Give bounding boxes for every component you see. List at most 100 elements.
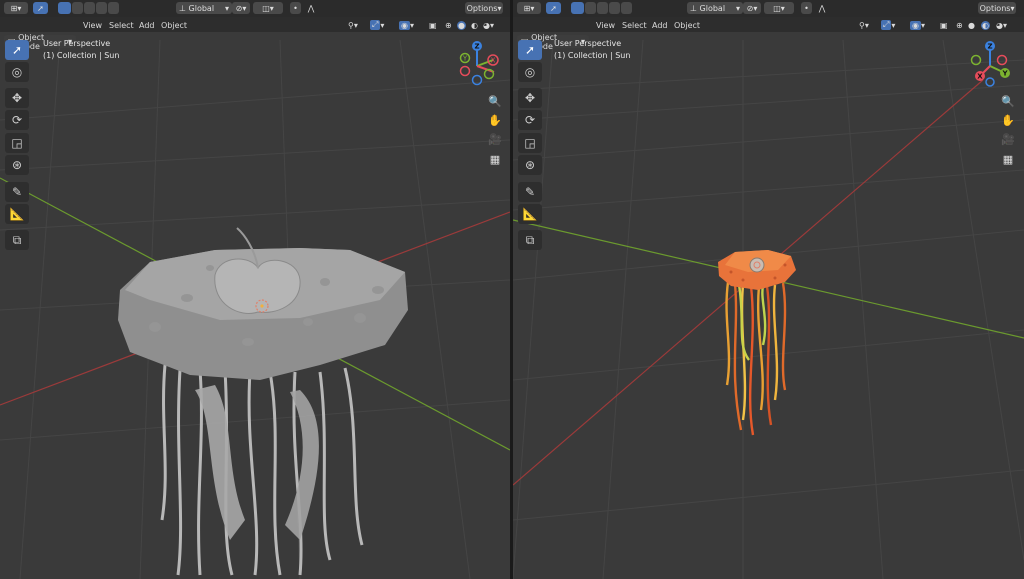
gizmo-toggle-icon[interactable]: ⤢ ▾	[878, 19, 898, 31]
menu-object[interactable]: Object	[671, 19, 703, 31]
snap-icon[interactable]: ◫▾	[764, 2, 794, 14]
falloff-icon[interactable]: ⋀	[303, 2, 319, 14]
tool-add-cube[interactable]: ⧉	[518, 230, 542, 250]
select-invert-icon[interactable]	[609, 2, 620, 14]
view-object-types-icon[interactable]: ⚲▾	[345, 19, 361, 31]
shading-material-icon[interactable]: ◐	[978, 19, 993, 31]
annotate-icon: ✎	[524, 185, 536, 199]
overlays-icon[interactable]: ◉ ▾	[396, 19, 417, 31]
menu-select[interactable]: Select	[106, 19, 137, 31]
camera-icon[interactable]: 🎥	[998, 130, 1018, 148]
select-intersect-icon[interactable]	[108, 2, 119, 14]
shading-rendered-icon[interactable]: ◕▾	[993, 19, 1010, 31]
tool-transform[interactable]: ⊛	[518, 155, 542, 175]
annotate-icon: ✎	[11, 185, 23, 199]
shading-solid-icon[interactable]: ●	[965, 19, 978, 31]
menu-view[interactable]: View	[80, 19, 105, 31]
snap-icon[interactable]: ◫▾	[253, 2, 283, 14]
tool-cursor[interactable]: ◎	[5, 62, 29, 82]
menu-view[interactable]: View	[593, 19, 618, 31]
pivot-icon[interactable]: ⊘▾	[743, 2, 761, 14]
gizmo-y-label: Y	[1001, 70, 1008, 78]
select-extend-icon[interactable]	[72, 2, 83, 14]
jellyfish-tentacles-orange	[725, 281, 787, 436]
menu-object[interactable]: Object	[158, 19, 190, 31]
transform-icon: ⊛	[11, 158, 23, 172]
overlays-icon[interactable]: ◉ ▾	[907, 19, 928, 31]
gizmo-toggle-icon[interactable]: ⤢ ▾	[367, 19, 387, 31]
zoom-icon[interactable]: 🔍	[485, 92, 505, 110]
select-box-icon: ➚	[524, 43, 536, 57]
viewport-left[interactable]: ⊞▾ ➚ ⊥ Global ▾ ⊘▾ ◫▾ • ⋀ Options▾ ▣ Obj…	[0, 0, 510, 579]
shading-solid-icon[interactable]: ●	[454, 19, 469, 31]
navigation-gizmo[interactable]: Z X Y	[452, 38, 502, 88]
tool-annotate[interactable]: ✎	[5, 182, 29, 202]
zoom-icon[interactable]: 🔍	[998, 92, 1018, 110]
shading-wireframe-icon[interactable]: ⊕	[442, 19, 455, 31]
tool-rotate[interactable]: ⟳	[5, 110, 29, 130]
tool-add-cube[interactable]: ⧉	[5, 230, 29, 250]
proportional-edit-icon[interactable]: •	[290, 2, 301, 14]
select-invert-icon[interactable]	[96, 2, 107, 14]
viewport-right[interactable]: ⊞▾ ➚ ⊥ Global ▾ ⊘▾ ◫▾ • ⋀ Options▾ ▣ Obj…	[513, 0, 1024, 579]
options-button[interactable]: Options ▾	[978, 2, 1016, 14]
shading-rendered-icon[interactable]: ◕▾	[480, 19, 497, 31]
camera-icon[interactable]: 🎥	[485, 130, 505, 148]
proportional-edit-icon[interactable]: •	[801, 2, 812, 14]
rotate-icon: ⟳	[524, 113, 536, 127]
scale-icon: ◲	[524, 136, 536, 150]
select-new-icon[interactable]	[571, 2, 584, 14]
tool-select-box[interactable]: ➚	[5, 40, 29, 60]
view-perspective-label: User Perspective	[43, 39, 111, 48]
select-intersect-icon[interactable]	[621, 2, 632, 14]
menu-add[interactable]: Add	[649, 19, 671, 31]
pan-hand-icon[interactable]: ✋	[998, 111, 1018, 129]
gizmo-x-label: X	[491, 57, 496, 65]
cursor-icon: ◎	[11, 65, 23, 79]
select-mode-icon[interactable]: ➚	[33, 2, 48, 14]
tool-scale[interactable]: ◲	[5, 133, 29, 153]
pan-hand-icon[interactable]: ✋	[485, 111, 505, 129]
tool-move[interactable]: ✥	[5, 88, 29, 108]
grid-view-icon[interactable]: ▦	[485, 150, 505, 168]
tool-measure[interactable]: 📐	[5, 204, 29, 224]
jellyfish-tentacles	[160, 364, 364, 576]
select-mode-icon[interactable]: ➚	[546, 2, 561, 14]
grid-view-icon[interactable]: ▦	[998, 150, 1018, 168]
menu-select[interactable]: Select	[619, 19, 650, 31]
tool-select-box[interactable]: ➚	[518, 40, 542, 60]
select-subtract-icon[interactable]	[597, 2, 608, 14]
tool-measure[interactable]: 📐	[518, 204, 542, 224]
collection-label: (1) Collection | Sun	[554, 51, 631, 60]
shading-wireframe-icon[interactable]: ⊕	[953, 19, 966, 31]
tool-rotate[interactable]: ⟳	[518, 110, 542, 130]
transform-orientation-select[interactable]: ⊥ Global ▾	[176, 2, 232, 14]
tool-annotate[interactable]: ✎	[518, 182, 542, 202]
xray-icon[interactable]: ▣	[426, 19, 440, 31]
falloff-icon[interactable]: ⋀	[814, 2, 830, 14]
orientation-icon: ⊥	[179, 3, 189, 13]
pivot-icon[interactable]: ⊘▾	[232, 2, 250, 14]
move-icon: ✥	[11, 91, 23, 105]
navigation-gizmo[interactable]: Z Y X	[965, 38, 1015, 88]
tool-transform[interactable]: ⊛	[5, 155, 29, 175]
xray-icon[interactable]: ▣	[937, 19, 951, 31]
select-extend-icon[interactable]	[585, 2, 596, 14]
header-bar-right: ⊞▾ ➚ ⊥ Global ▾ ⊘▾ ◫▾ • ⋀ Options ▾	[513, 0, 1024, 18]
view-perspective-label: User Perspective	[554, 39, 622, 48]
menu-add[interactable]: Add	[136, 19, 158, 31]
tool-scale[interactable]: ◲	[518, 133, 542, 153]
view-object-types-icon[interactable]: ⚲▾	[856, 19, 872, 31]
editor-type-icon[interactable]: ⊞▾	[517, 2, 541, 14]
chevron-down-icon: ▾	[735, 3, 740, 13]
options-button[interactable]: Options ▾	[465, 2, 503, 14]
chevron-down-icon: ▾	[224, 3, 229, 13]
transform-orientation-select[interactable]: ⊥ Global ▾	[687, 2, 743, 14]
select-subtract-icon[interactable]	[84, 2, 95, 14]
tool-move[interactable]: ✥	[518, 88, 542, 108]
collection-label: (1) Collection | Sun	[43, 51, 120, 60]
select-new-icon[interactable]	[58, 2, 71, 14]
viewport-right-scene	[513, 39, 1024, 579]
editor-type-icon[interactable]: ⊞▾	[4, 2, 28, 14]
tool-cursor[interactable]: ◎	[518, 62, 542, 82]
